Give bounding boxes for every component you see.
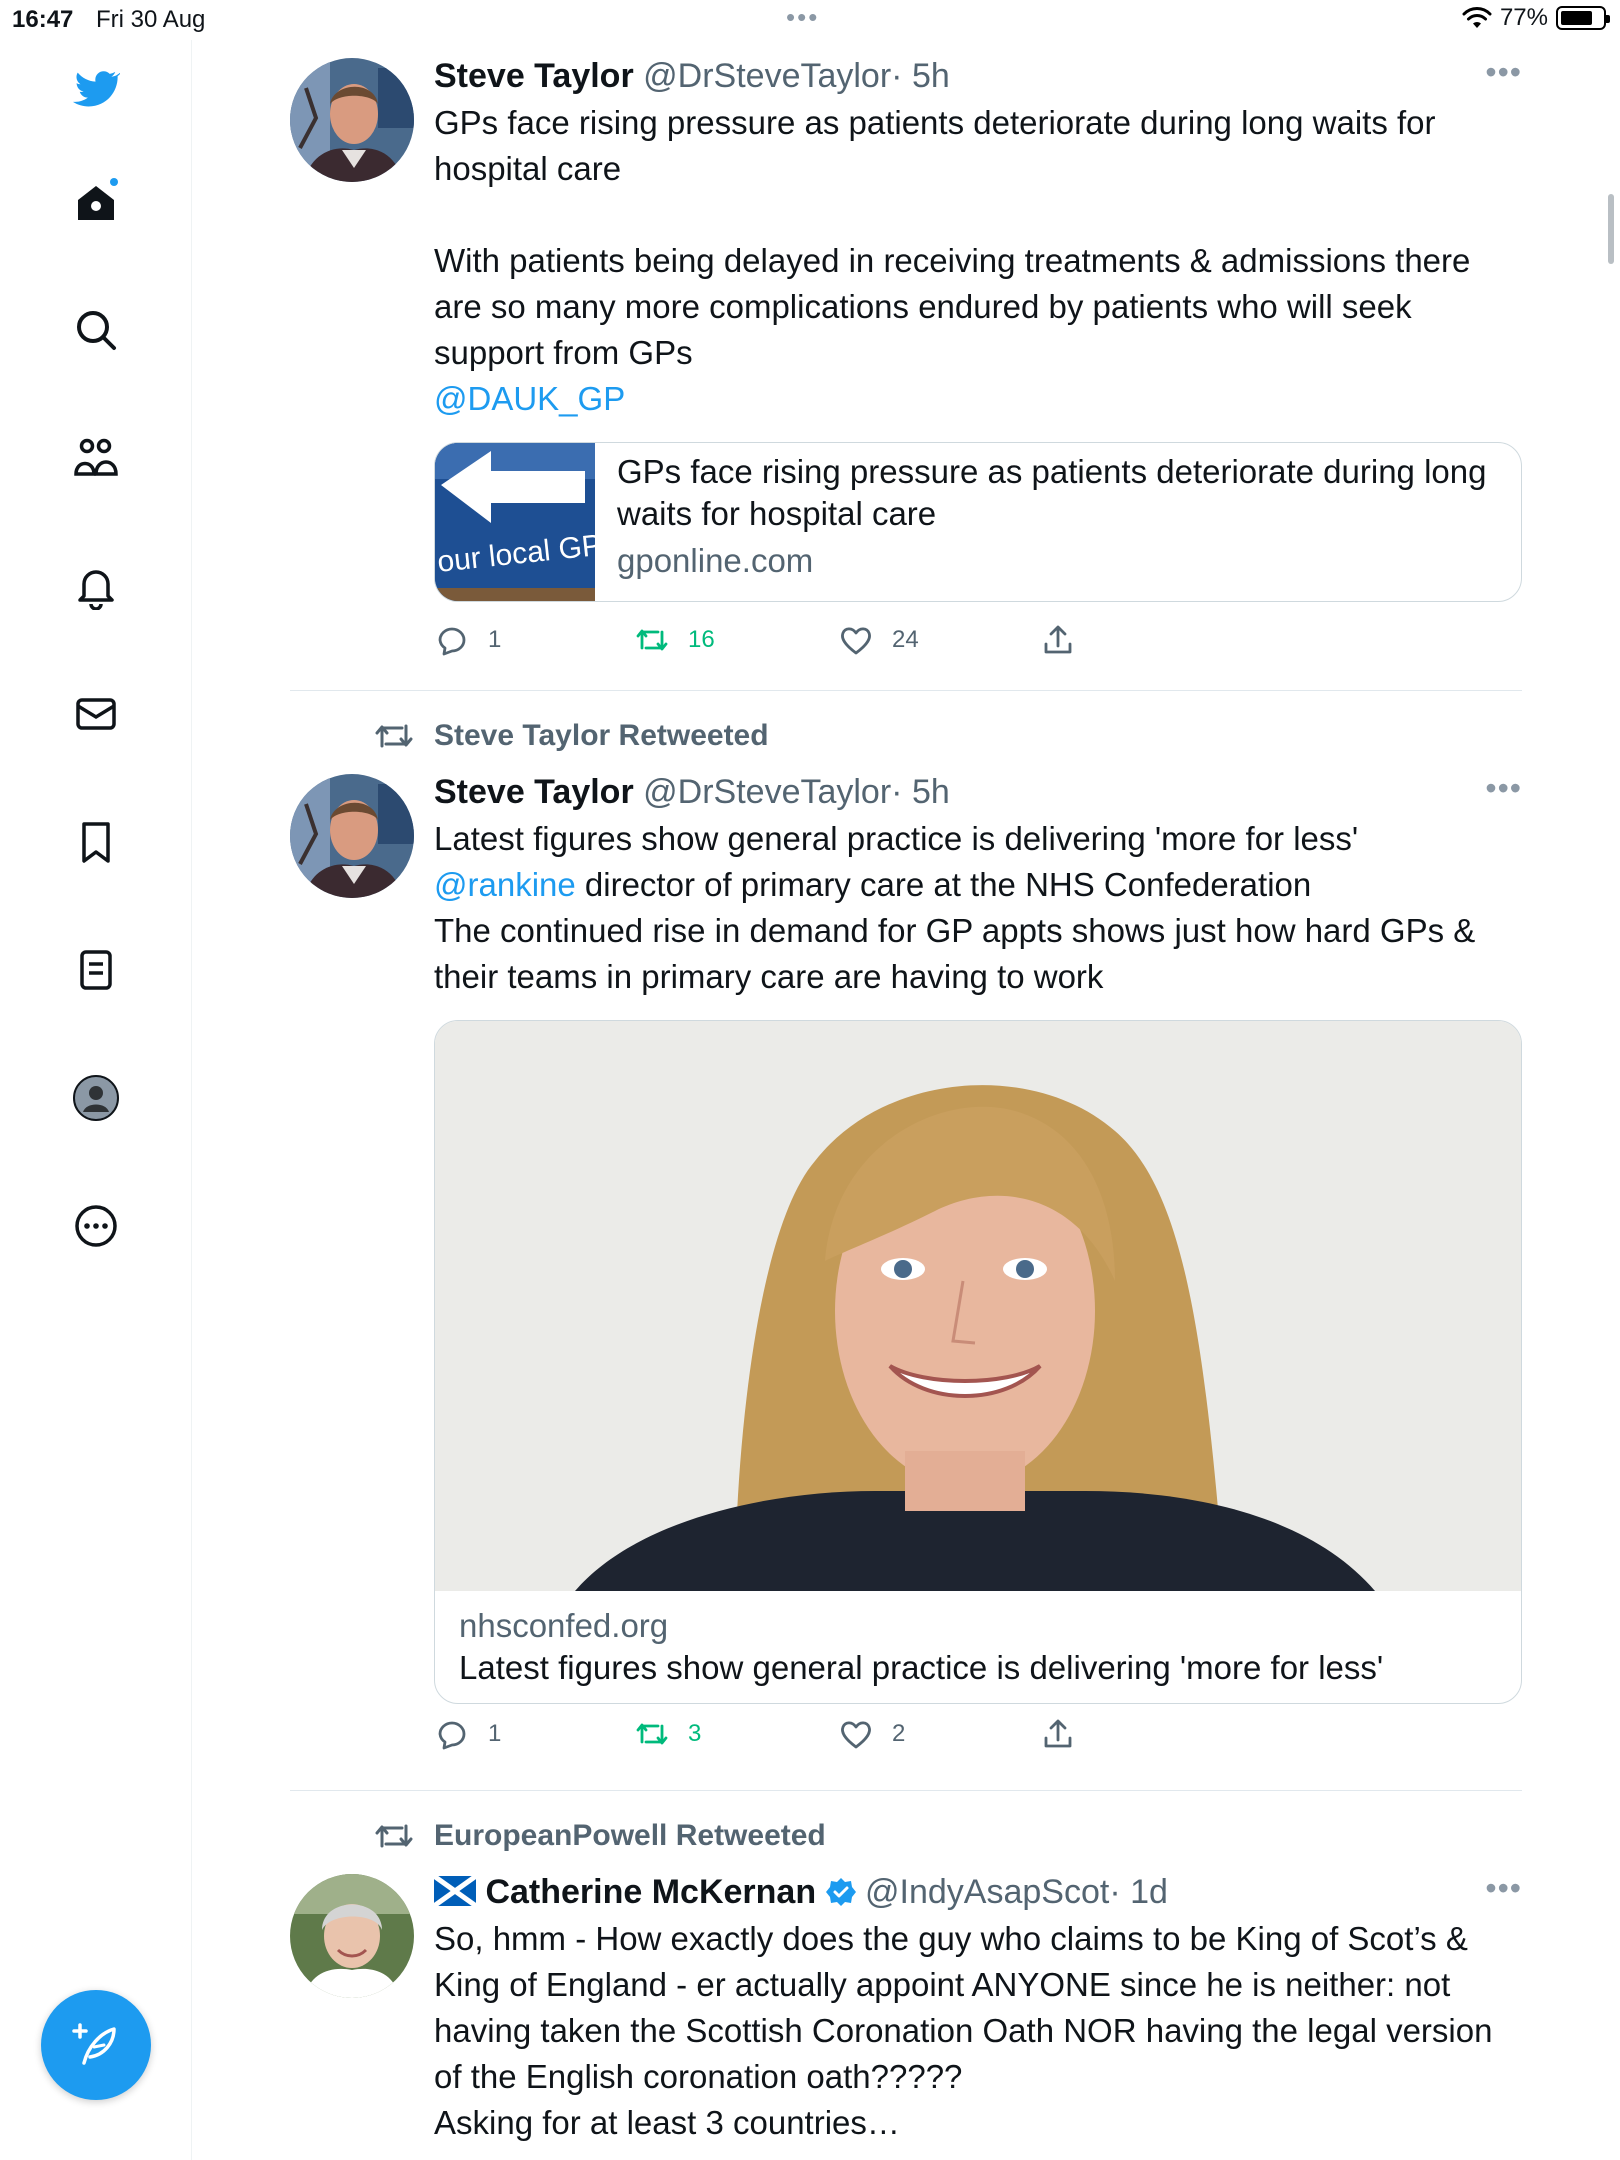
messages-envelope-icon[interactable] xyxy=(64,682,128,746)
tweet-text-line: Asking for at least 3 countries… xyxy=(434,2104,900,2141)
battery-percent: 77% xyxy=(1499,4,1548,31)
tweet-time[interactable]: · 5h xyxy=(891,57,950,95)
link-card[interactable]: our local GP Su GPs face rising pressure… xyxy=(434,442,1522,602)
link-card-image xyxy=(435,1021,1521,1591)
retweet-icon xyxy=(636,629,668,651)
tweet-more-icon[interactable]: ••• xyxy=(1485,1870,1522,1907)
twitter-logo-icon[interactable] xyxy=(64,58,128,122)
status-time: 16:47 xyxy=(12,6,74,33)
scotland-flag-icon xyxy=(432,1873,478,1909)
like-button[interactable]: 2 xyxy=(838,1716,1040,1752)
author-handle[interactable]: @DrSteveTaylor xyxy=(643,773,891,811)
like-button[interactable]: 24 xyxy=(838,622,1040,658)
tweet-divider xyxy=(290,690,1522,691)
author-handle[interactable]: @DrSteveTaylor xyxy=(643,57,891,95)
verified-badge-icon xyxy=(825,1878,856,1906)
retweeted-by-text: Steve Taylor Retweeted xyxy=(434,719,769,752)
retweet-icon xyxy=(636,1723,668,1745)
link-card-title: Latest figures show general practice is … xyxy=(459,1649,1384,1686)
reply-icon xyxy=(438,1721,466,1750)
tweet-more-icon[interactable]: ••• xyxy=(1485,54,1522,91)
status-date: Fri 30 Aug xyxy=(96,6,206,33)
notifications-bell-icon[interactable] xyxy=(64,554,128,618)
wifi-icon xyxy=(1462,7,1492,28)
tweet[interactable]: Steve Taylor @DrSteveTaylor· 5h ••• GPs … xyxy=(290,54,1522,694)
tweet-header: Steve Taylor @DrSteveTaylor· 5h xyxy=(434,770,1522,814)
compose-tweet-button[interactable] xyxy=(41,1990,151,2100)
search-icon[interactable] xyxy=(64,298,128,362)
tweet[interactable]: Catherine McKernan @IndyAsapScot· 1d •••… xyxy=(290,1870,1522,2160)
tweet-actions: 1 16 24 xyxy=(434,622,1076,658)
tweet-text-continuation: director of primary care at the NHS Conf… xyxy=(575,866,1312,903)
retweet-count: 16 xyxy=(688,626,715,653)
tweet-header: Steve Taylor @DrSteveTaylor· 5h xyxy=(434,54,1522,98)
author-name[interactable]: Catherine McKernan xyxy=(485,1873,816,1911)
like-count: 2 xyxy=(892,1720,906,1747)
scrollbar[interactable] xyxy=(1608,194,1614,264)
link-card-domain: nhsconfed.org xyxy=(459,1607,669,1644)
reply-count: 1 xyxy=(488,1720,502,1747)
retweet-button[interactable]: 3 xyxy=(634,1716,838,1752)
like-count: 24 xyxy=(892,626,919,653)
share-button[interactable] xyxy=(1040,1716,1076,1752)
tweet-time[interactable]: · 1d xyxy=(1109,1873,1168,1911)
tweet-text-paragraph: With patients being delayed in receiving… xyxy=(434,242,1471,371)
author-handle[interactable]: @IndyAsapScot xyxy=(865,1873,1109,1911)
reply-icon xyxy=(438,627,466,656)
multitasking-dots-icon[interactable]: ••• xyxy=(786,2,819,33)
link-card[interactable]: nhsconfed.org Latest figures show genera… xyxy=(434,1020,1522,1704)
share-icon xyxy=(1044,1719,1072,1748)
tweet-text: Latest figures show general practice is … xyxy=(434,820,1359,857)
tweet-actions: 1 3 2 xyxy=(434,1716,1076,1752)
retweeted-icon xyxy=(375,724,413,748)
tweet-text-line: @rankine director of primary care at the… xyxy=(434,862,1522,908)
like-heart-icon xyxy=(841,627,871,655)
bookmarks-icon[interactable] xyxy=(64,810,128,874)
retweet-count: 3 xyxy=(688,1720,702,1747)
retweeted-by-text: EuropeanPowell Retweeted xyxy=(434,1819,826,1852)
mention-link[interactable]: @DAUK_GP xyxy=(434,376,1522,422)
sidebar xyxy=(0,40,192,2160)
share-button[interactable] xyxy=(1040,622,1076,658)
retweeted-by-line[interactable]: EuropeanPowell Retweeted xyxy=(372,1818,826,1854)
author-name[interactable]: Steve Taylor xyxy=(434,57,634,95)
tweet-divider xyxy=(290,1790,1522,1791)
link-card-domain: gponline.com xyxy=(617,542,814,579)
communities-icon[interactable] xyxy=(64,426,128,490)
reply-button[interactable]: 1 xyxy=(434,1716,634,1752)
tweet[interactable]: Steve Taylor @DrSteveTaylor· 5h ••• Late… xyxy=(290,770,1522,1770)
tweet-header: Catherine McKernan @IndyAsapScot· 1d xyxy=(432,1870,1522,1914)
avatar[interactable] xyxy=(290,1874,414,1998)
home-icon[interactable] xyxy=(64,170,128,234)
battery-icon xyxy=(1556,6,1610,30)
link-card-thumbnail: our local GP Su xyxy=(435,443,648,601)
more-options-icon[interactable] xyxy=(64,1194,128,1258)
compose-feather-icon xyxy=(72,2023,116,2065)
tweet-more-icon[interactable]: ••• xyxy=(1485,770,1522,807)
mention-link[interactable]: @rankine xyxy=(434,866,576,903)
author-name[interactable]: Steve Taylor xyxy=(434,773,634,811)
lists-icon[interactable] xyxy=(64,938,128,1002)
like-heart-icon xyxy=(841,1721,871,1749)
profile-avatar-icon[interactable] xyxy=(64,1066,128,1130)
avatar[interactable] xyxy=(290,58,414,182)
avatar[interactable] xyxy=(290,774,414,898)
reply-button[interactable]: 1 xyxy=(434,622,634,658)
link-card-title: GPs face rising pressure as patients det… xyxy=(617,453,1487,532)
reply-count: 1 xyxy=(488,626,502,653)
tweet-text: So, hmm - How exactly does the guy who c… xyxy=(434,1920,1493,2095)
tweet-time[interactable]: · 5h xyxy=(891,773,950,811)
tweet-text: GPs face rising pressure as patients det… xyxy=(434,104,1436,187)
share-icon xyxy=(1044,625,1072,654)
retweeted-icon xyxy=(375,1824,413,1848)
tweet-text-paragraph: The continued rise in demand for GP appt… xyxy=(434,912,1476,995)
retweeted-by-line[interactable]: Steve Taylor Retweeted xyxy=(372,718,769,754)
retweet-button[interactable]: 16 xyxy=(634,622,838,658)
status-bar: 16:47 Fri 30 Aug ••• 77% xyxy=(0,0,1620,40)
